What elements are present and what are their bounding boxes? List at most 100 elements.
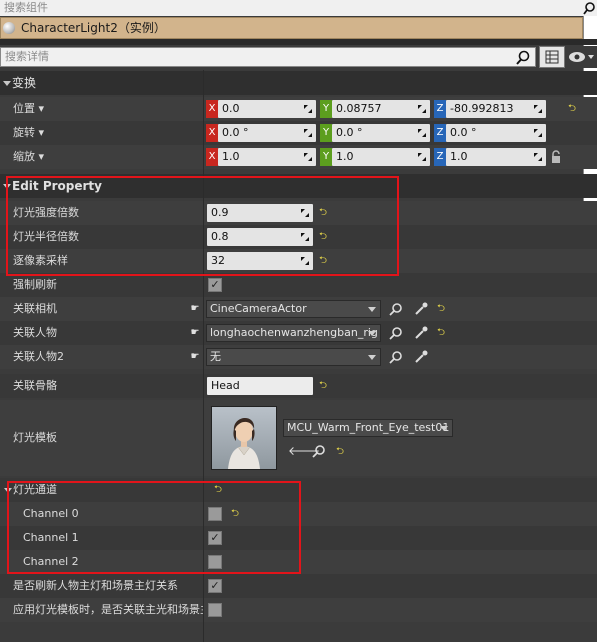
linked-bone-row: 关联骨骼 Head ⮌ bbox=[0, 374, 597, 398]
collapse-arrow-icon[interactable] bbox=[4, 488, 12, 493]
reset-arrow-icon[interactable]: ⮌ bbox=[319, 208, 329, 218]
light-template-label: 灯光模板 bbox=[13, 431, 57, 444]
x-axis-tag: X bbox=[206, 148, 218, 166]
apply-template-checkbox[interactable] bbox=[208, 603, 222, 617]
channel-row: Channel 0 ⮌ bbox=[0, 502, 597, 526]
search-components-input[interactable]: 搜索组件 bbox=[0, 0, 583, 16]
search-details-input[interactable]: 搜索详情 bbox=[0, 47, 536, 67]
channel-0-checkbox[interactable] bbox=[208, 507, 222, 521]
picker-icon[interactable] bbox=[414, 350, 428, 364]
location-row: 位置 ▾ X 0.0 Y 0.08757 Z -80.992813 ⮌ bbox=[0, 97, 597, 121]
z-axis-tag: Z bbox=[434, 100, 446, 118]
rotation-z-field[interactable]: 0.0 ° bbox=[446, 124, 546, 142]
linked-character-label: 关联人物 bbox=[13, 326, 57, 339]
linked-character-dropdown[interactable]: longhaochenwanzhengban_rig bbox=[206, 324, 381, 342]
component-item[interactable]: CharacterLight2（实例） bbox=[0, 17, 583, 39]
pixel-sampling-field[interactable]: 32 bbox=[207, 252, 313, 270]
apply-template-label: 应用灯光模板时，是否关联主光和场景主 bbox=[13, 603, 203, 616]
column-divider[interactable] bbox=[203, 70, 204, 642]
force-refresh-row: 强制刷新 ✓ bbox=[0, 273, 597, 297]
y-axis-tag: Y bbox=[320, 124, 332, 142]
collapse-arrow-icon[interactable] bbox=[3, 81, 11, 86]
light-intensity-field[interactable]: 0.9 bbox=[207, 204, 313, 222]
category-transform[interactable]: 变换 bbox=[0, 71, 597, 95]
linked-camera-row: 关联相机 ☛ CineCameraActor ⮌ bbox=[0, 297, 597, 321]
x-axis-tag: X bbox=[206, 124, 218, 142]
rotation-x-field[interactable]: 0.0 ° bbox=[218, 124, 316, 142]
browse-icon[interactable] bbox=[389, 326, 403, 340]
channel-row: Channel 2 bbox=[0, 550, 597, 574]
search-icon[interactable] bbox=[583, 0, 597, 16]
light-channels-row[interactable]: 灯光通道 ⮌ bbox=[0, 478, 597, 502]
category-edit-property[interactable]: Edit Property bbox=[0, 174, 597, 198]
browse-icon[interactable] bbox=[312, 444, 326, 458]
light-channels-label: 灯光通道 bbox=[13, 483, 57, 496]
pixel-sampling-label: 逐像素采样 bbox=[13, 254, 68, 267]
pixel-sampling-row: 逐像素采样 32 ⮌ bbox=[0, 249, 597, 273]
scale-y-field[interactable]: 1.0 bbox=[332, 148, 430, 166]
reset-arrow-icon[interactable]: ⮌ bbox=[319, 381, 329, 391]
location-label[interactable]: 位置 ▾ bbox=[13, 97, 44, 121]
eye-icon[interactable] bbox=[567, 46, 597, 68]
category-title: 变换 bbox=[12, 76, 37, 90]
rotation-label[interactable]: 旋转 ▾ bbox=[13, 121, 44, 145]
pointer-hand-icon: ☛ bbox=[190, 351, 200, 362]
reset-arrow-icon[interactable]: ⮌ bbox=[214, 485, 224, 495]
reset-arrow-icon[interactable]: ⮌ bbox=[336, 447, 346, 457]
panel-splitter[interactable] bbox=[0, 39, 597, 45]
light-radius-field[interactable]: 0.8 bbox=[207, 228, 313, 246]
rotation-y-field[interactable]: 0.0 ° bbox=[332, 124, 430, 142]
light-template-row: 灯光模板 bbox=[0, 400, 597, 476]
refresh-relation-checkbox[interactable]: ✓ bbox=[208, 579, 222, 593]
reset-arrow-icon[interactable]: ⮌ bbox=[319, 256, 329, 266]
template-thumbnail[interactable] bbox=[211, 406, 277, 470]
refresh-relation-row: 是否刷新人物主灯和场景主灯关系 ✓ bbox=[0, 574, 597, 598]
y-axis-tag: Y bbox=[320, 100, 332, 118]
linked-bone-input[interactable]: Head bbox=[207, 377, 313, 395]
browse-icon[interactable] bbox=[389, 302, 403, 316]
picker-icon[interactable] bbox=[414, 326, 428, 340]
linked-character-row: 关联人物 ☛ longhaochenwanzhengban_rig ⮌ bbox=[0, 321, 597, 345]
channel-2-checkbox[interactable] bbox=[208, 555, 222, 569]
linked-character2-dropdown[interactable]: 无 bbox=[206, 348, 381, 366]
panel-footer bbox=[0, 622, 597, 642]
channel-1-checkbox[interactable]: ✓ bbox=[208, 531, 222, 545]
light-radius-label: 灯光半径倍数 bbox=[13, 230, 79, 243]
reset-arrow-icon[interactable]: ⮌ bbox=[437, 328, 447, 338]
collapse-arrow-icon[interactable] bbox=[3, 184, 11, 189]
reset-arrow-icon[interactable]: ⮌ bbox=[319, 232, 329, 242]
refresh-relation-label: 是否刷新人物主灯和场景主灯关系 bbox=[13, 579, 178, 592]
lock-icon[interactable] bbox=[550, 150, 562, 164]
reset-arrow-icon[interactable]: ⮌ bbox=[231, 509, 241, 519]
pointer-hand-icon: ☛ bbox=[190, 327, 200, 338]
grid-view-icon[interactable] bbox=[539, 46, 565, 68]
scale-row: 缩放 ▾ X 1.0 Y 1.0 Z 1.0 bbox=[0, 145, 597, 169]
force-refresh-checkbox[interactable]: ✓ bbox=[208, 278, 222, 292]
pointer-hand-icon: ☛ bbox=[190, 303, 200, 314]
light-template-dropdown[interactable]: MCU_Warm_Front_Eye_test01 bbox=[283, 419, 453, 437]
arrow-left-icon[interactable]: 🡐 bbox=[288, 444, 320, 458]
scale-x-field[interactable]: 1.0 bbox=[218, 148, 316, 166]
location-z-field[interactable]: -80.992813 bbox=[446, 100, 546, 118]
reset-arrow-icon[interactable]: ⮌ bbox=[568, 104, 578, 114]
linked-bone-label: 关联骨骼 bbox=[13, 379, 57, 392]
z-axis-tag: Z bbox=[434, 124, 446, 142]
location-x-field[interactable]: 0.0 bbox=[218, 100, 316, 118]
channel-row: Channel 1 ✓ bbox=[0, 526, 597, 550]
scale-label[interactable]: 缩放 ▾ bbox=[13, 145, 44, 169]
apply-template-row: 应用灯光模板时，是否关联主光和场景主 bbox=[0, 598, 597, 622]
channel-label: Channel 2 bbox=[23, 555, 79, 568]
search-icon bbox=[516, 50, 530, 65]
channel-label: Channel 0 bbox=[23, 507, 79, 520]
linked-character2-label: 关联人物2 bbox=[13, 350, 64, 363]
y-axis-tag: Y bbox=[320, 148, 332, 166]
reset-arrow-icon[interactable]: ⮌ bbox=[437, 304, 447, 314]
location-y-field[interactable]: 0.08757 bbox=[332, 100, 430, 118]
category-title: Edit Property bbox=[12, 179, 102, 193]
browse-icon[interactable] bbox=[389, 350, 403, 364]
search-details-placeholder: 搜索详情 bbox=[5, 50, 49, 63]
light-radius-row: 灯光半径倍数 0.8 ⮌ bbox=[0, 225, 597, 249]
picker-icon[interactable] bbox=[414, 302, 428, 316]
linked-camera-dropdown[interactable]: CineCameraActor bbox=[206, 300, 381, 318]
scale-z-field[interactable]: 1.0 bbox=[446, 148, 546, 166]
